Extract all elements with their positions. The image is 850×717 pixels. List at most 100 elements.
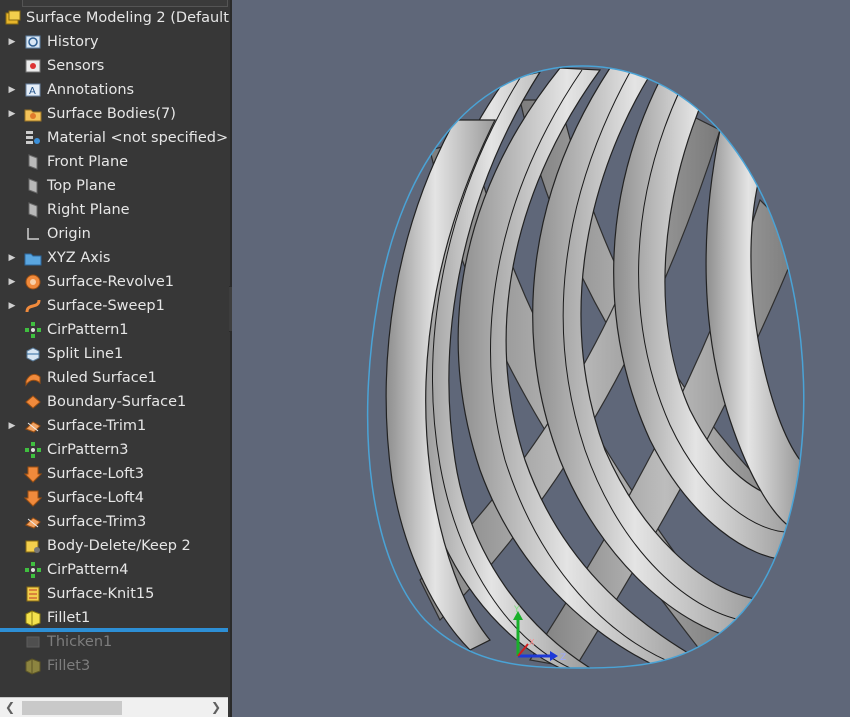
- tree-item-cirpattern4[interactable]: CirPattern4: [0, 558, 230, 582]
- svg-text:A: A: [29, 86, 36, 97]
- reference-triad: Y X Z: [513, 605, 566, 663]
- boundary-surface-icon: [23, 392, 43, 412]
- expand-arrow-icon[interactable]: ▶: [7, 277, 17, 287]
- tree-item-surface-loft4[interactable]: Surface-Loft4: [0, 486, 230, 510]
- tree-root-part[interactable]: Surface Modeling 2 (Default<<Default>_Di…: [0, 6, 230, 30]
- x-axis-label: X: [529, 638, 535, 647]
- tree-item-label: CirPattern3: [47, 442, 129, 458]
- tree-item-label: CirPattern1: [47, 322, 129, 338]
- tree-item-history[interactable]: ▶ History: [0, 30, 230, 54]
- folder-icon: [23, 248, 43, 268]
- expand-arrow-icon[interactable]: ▶: [7, 421, 17, 431]
- tree-item-label: CirPattern4: [47, 562, 129, 578]
- tree-item-label: Surface Modeling 2 (Default<<Default>_Di…: [26, 10, 230, 26]
- scrollbar-thumb[interactable]: [22, 701, 122, 715]
- tree-item-label: Surface-Trim1: [47, 418, 147, 434]
- tree-item-annotations[interactable]: ▶ A Annotations: [0, 78, 230, 102]
- history-icon: [23, 32, 43, 52]
- surface-bodies-folder-icon: [23, 104, 43, 124]
- tree-item-top-plane[interactable]: Top Plane: [0, 174, 230, 198]
- tree-item-label: Top Plane: [47, 178, 116, 194]
- tree-item-boundary-surface1[interactable]: Boundary-Surface1: [0, 390, 230, 414]
- tree-item-label: Surface Bodies(7): [47, 106, 176, 122]
- expand-arrow-icon[interactable]: ▶: [7, 253, 17, 263]
- scroll-left-icon[interactable]: ❮: [2, 700, 18, 714]
- tree-item-thicken1[interactable]: Thicken1: [0, 630, 230, 654]
- tree-item-xyz-axis[interactable]: ▶ XYZ Axis: [0, 246, 230, 270]
- egg-surface-model[interactable]: [385, 67, 801, 668]
- expand-arrow-icon[interactable]: ▶: [7, 37, 17, 47]
- graphics-viewport[interactable]: Y X Z: [232, 0, 850, 717]
- tree-item-label: Surface-Revolve1: [47, 274, 175, 290]
- tree-item-material-not-specified[interactable]: Material <not specified>: [0, 126, 230, 150]
- tree-item-label: Sensors: [47, 58, 105, 74]
- tree-item-label: Fillet1: [47, 610, 91, 626]
- tree-item-label: Right Plane: [47, 202, 130, 218]
- tree-item-label: Surface-Sweep1: [47, 298, 165, 314]
- tree-item-surface-trim3[interactable]: Surface-Trim3: [0, 510, 230, 534]
- feature-manager-tree: Surface Modeling 2 (Default<<Default>_Di…: [0, 0, 230, 717]
- plane-icon: [23, 152, 43, 172]
- ruled-surface-icon: [23, 368, 43, 388]
- tree-item-label: Surface-Loft4: [47, 490, 144, 506]
- tree-item-label: Surface-Trim3: [47, 514, 147, 530]
- expand-arrow-icon[interactable]: ▶: [7, 85, 17, 95]
- tree-item-label: Thicken1: [47, 634, 113, 650]
- tree-item-label: Body-Delete/Keep 2: [47, 538, 191, 554]
- tree-item-surface-revolve1[interactable]: ▶ Surface-Revolve1: [0, 270, 230, 294]
- tree-item-split-line1[interactable]: Split Line1: [0, 342, 230, 366]
- tree-item-fillet3[interactable]: Fillet3: [0, 654, 230, 678]
- horizontal-scrollbar[interactable]: ❮ ❯: [0, 697, 228, 717]
- tree-item-label: Origin: [47, 226, 91, 242]
- tree-item-sensors[interactable]: Sensors: [0, 54, 230, 78]
- surface-knit-icon: [23, 584, 43, 604]
- expand-arrow-icon[interactable]: ▶: [7, 301, 17, 311]
- circular-pattern-icon: [23, 440, 43, 460]
- circular-pattern-icon: [23, 560, 43, 580]
- expand-arrow-icon[interactable]: ▶: [7, 109, 17, 119]
- tree-item-label: History: [47, 34, 99, 50]
- scroll-right-icon[interactable]: ❯: [208, 700, 224, 714]
- tree-item-surface-trim1[interactable]: ▶ Surface-Trim1: [0, 414, 230, 438]
- body-delete-icon: [23, 536, 43, 556]
- surface-loft-icon: [23, 464, 43, 484]
- y-axis-label: Y: [513, 605, 520, 615]
- z-axis-label: Z: [560, 653, 566, 663]
- surface-sweep-icon: [23, 296, 43, 316]
- tree-item-label: Front Plane: [47, 154, 129, 170]
- tree-item-label: Split Line1: [47, 346, 124, 362]
- tree-item-body-delete-keep-2[interactable]: Body-Delete/Keep 2: [0, 534, 230, 558]
- plane-icon: [23, 176, 43, 196]
- origin-icon: [23, 224, 43, 244]
- annotations-icon: A: [23, 80, 43, 100]
- plane-icon: [23, 200, 43, 220]
- part-icon: [4, 8, 22, 28]
- tree-item-label: Ruled Surface1: [47, 370, 157, 386]
- tree-item-front-plane[interactable]: Front Plane: [0, 150, 230, 174]
- tree-item-surface-knit15[interactable]: Surface-Knit15: [0, 582, 230, 606]
- tree-item-surface-bodies-7[interactable]: ▶ Surface Bodies(7): [0, 102, 230, 126]
- surface-trim-icon: [23, 416, 43, 436]
- tree-item-label: Fillet3: [47, 658, 91, 674]
- rollback-bar[interactable]: [0, 628, 228, 632]
- tree-item-cirpattern1[interactable]: CirPattern1: [0, 318, 230, 342]
- tree-item-label: Boundary-Surface1: [47, 394, 187, 410]
- material-icon: [23, 128, 43, 148]
- surface-revolve-icon: [23, 272, 43, 292]
- circular-pattern-icon: [23, 320, 43, 340]
- tree-item-fillet1[interactable]: Fillet1: [0, 606, 230, 630]
- sensors-icon: [23, 56, 43, 76]
- z-axis-arrow-icon: [550, 651, 558, 661]
- tree-item-label: Material <not specified>: [47, 130, 229, 146]
- tree-item-cirpattern3[interactable]: CirPattern3: [0, 438, 230, 462]
- tree-item-ruled-surface1[interactable]: Ruled Surface1: [0, 366, 230, 390]
- split-line-icon: [23, 344, 43, 364]
- tree-item-right-plane[interactable]: Right Plane: [0, 198, 230, 222]
- tree-item-origin[interactable]: Origin: [0, 222, 230, 246]
- tree-item-label: XYZ Axis: [47, 250, 111, 266]
- tree-item-label: Surface-Loft3: [47, 466, 144, 482]
- fillet-icon: [23, 656, 43, 676]
- tree-item-surface-sweep1[interactable]: ▶ Surface-Sweep1: [0, 294, 230, 318]
- fillet-icon: [23, 608, 43, 628]
- tree-item-surface-loft3[interactable]: Surface-Loft3: [0, 462, 230, 486]
